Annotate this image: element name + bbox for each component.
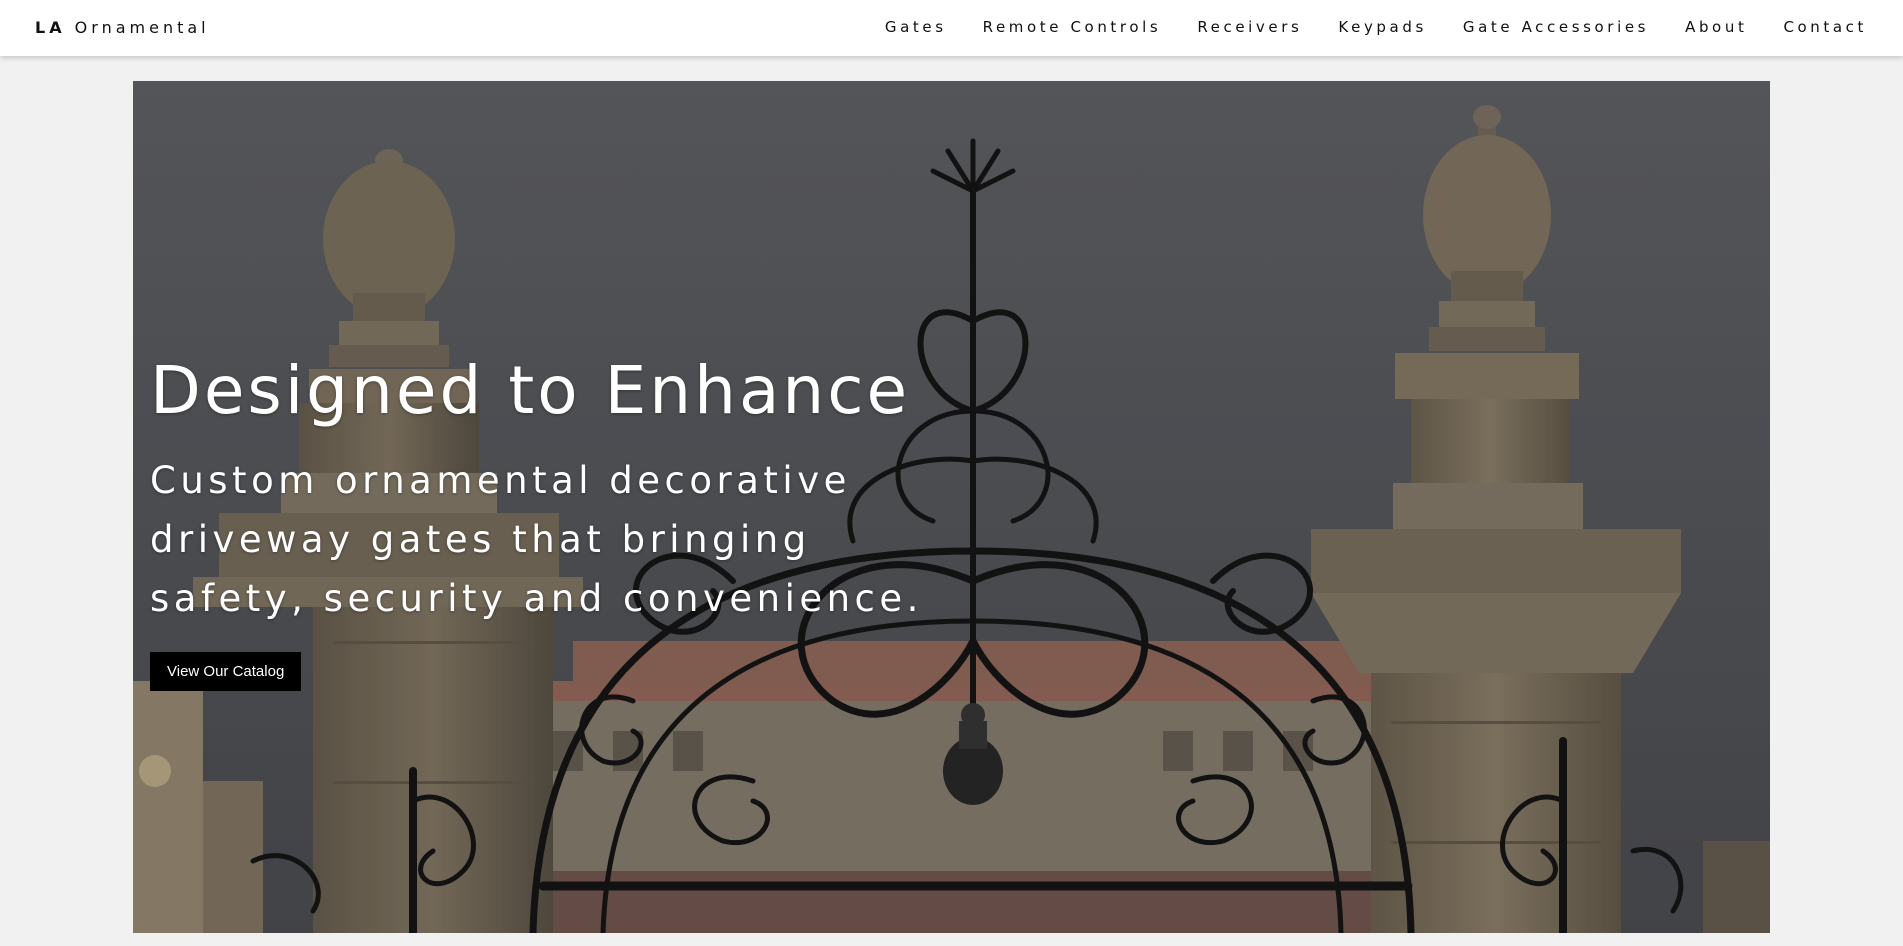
brand-logo-link[interactable]: LA Ornamental — [35, 18, 210, 37]
hero-text-block: Designed to Enhance Custom ornamental de… — [150, 351, 950, 691]
nav-link-keypads[interactable]: Keypads — [1338, 18, 1426, 36]
main-menu: Gates Remote Controls Receivers Keypads … — [885, 18, 1867, 36]
brand-logo-name: Ornamental — [74, 18, 210, 37]
nav-link-gates[interactable]: Gates — [885, 18, 947, 36]
hero-title: Designed to Enhance — [150, 352, 911, 429]
nav-link-contact[interactable]: Contact — [1783, 18, 1867, 36]
nav-link-about[interactable]: About — [1685, 18, 1747, 36]
nav-link-receivers[interactable]: Receivers — [1197, 18, 1302, 36]
brand-logo-bold: LA — [35, 18, 66, 37]
nav-link-gate-accessories[interactable]: Gate Accessories — [1463, 18, 1649, 36]
top-navigation-bar: LA Ornamental Gates Remote Controls Rece… — [0, 0, 1903, 56]
hero-subtitle: Custom ornamental decorative driveway ga… — [150, 459, 923, 620]
nav-link-remote-controls[interactable]: Remote Controls — [983, 18, 1162, 36]
hero-banner: Designed to Enhance Custom ornamental de… — [133, 81, 1770, 933]
view-catalog-button[interactable]: View Our Catalog — [150, 652, 302, 691]
